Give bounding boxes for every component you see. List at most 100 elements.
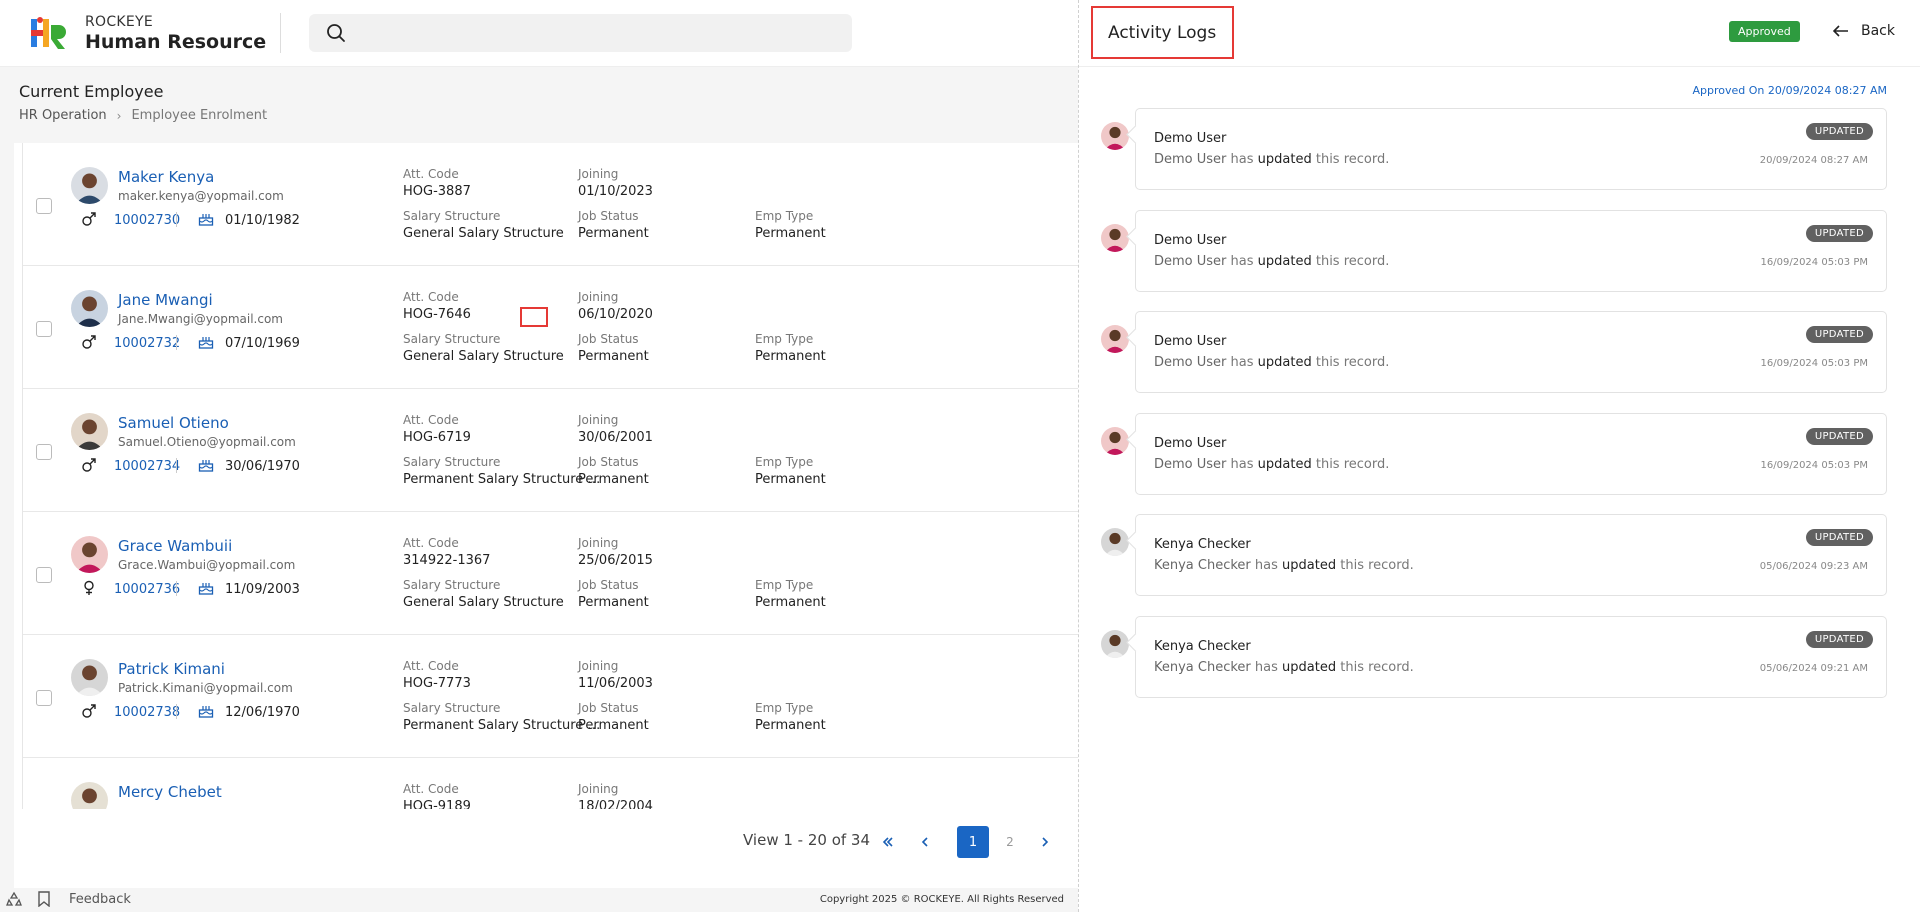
job-status-label: Job Status — [578, 455, 639, 469]
divider — [176, 335, 177, 350]
job-status-value: Permanent — [578, 595, 649, 610]
hr-logo-icon[interactable] — [29, 15, 69, 51]
joining-label: Joining — [578, 290, 619, 304]
back-button[interactable]: Back — [1833, 23, 1895, 39]
activity-logs-drawer: Activity Logs Approved Back Approved On … — [1078, 0, 1920, 912]
employee-name[interactable]: Samuel Otieno — [118, 414, 229, 432]
att-code-value: HOG-9189 — [403, 799, 471, 809]
divider — [176, 704, 177, 719]
joining-value: 30/06/2001 — [578, 430, 653, 445]
job-status-value: Permanent — [578, 349, 649, 364]
breadcrumb-employee-enrolment: Employee Enrolment — [131, 108, 268, 123]
log-message-user: Demo User — [1154, 152, 1227, 167]
joining-value: 01/10/2023 — [578, 184, 653, 199]
employee-row[interactable]: Samuel Otieno Samuel.Otieno@yopmail.com 10… — [23, 389, 1078, 512]
male-icon — [82, 458, 96, 472]
back-label: Back — [1861, 23, 1895, 39]
log-timestamp: 16/09/2024 05:03 PM — [1760, 459, 1868, 471]
brand-small: ROCKEYE — [85, 14, 154, 30]
chevron-left-icon — [921, 837, 928, 847]
log-message-action: updated — [1257, 253, 1312, 269]
log-message: Demo User has updated this record. — [1154, 254, 1389, 269]
double-chevron-left-icon — [882, 837, 893, 847]
employee-row[interactable]: Patrick Kimani Patrick.Kimani@yopmail.com… — [23, 635, 1078, 758]
avatar — [1101, 528, 1129, 556]
joining-value: 18/02/2004 — [578, 799, 653, 809]
highlight-annotation — [520, 307, 548, 327]
updated-badge: UPDATED — [1805, 529, 1873, 546]
page-1-button[interactable]: 1 — [957, 826, 989, 858]
att-code-value: HOG-6719 — [403, 430, 471, 445]
emp-type-label: Emp Type — [755, 332, 814, 346]
emp-type-value: Permanent — [755, 349, 826, 364]
log-card: Demo User Demo User has updated this reco… — [1135, 412, 1887, 495]
employee-email: Patrick.Kimani@yopmail.com — [118, 681, 293, 695]
employee-row[interactable]: Maker Kenya maker.kenya@yopmail.com 100027… — [23, 143, 1078, 266]
activity-log-item: Demo User Demo User has updated this reco… — [1079, 108, 1920, 190]
joining-label: Joining — [578, 413, 619, 427]
log-message: Kenya Checker has updated this record. — [1154, 558, 1414, 573]
birthday-cake-icon — [198, 460, 214, 472]
employee-row[interactable]: Jane Mwangi Jane.Mwangi@yopmail.com 100027… — [23, 266, 1078, 389]
birthday-cake-icon — [198, 706, 214, 718]
breadcrumb-hr-operation[interactable]: HR Operation — [19, 108, 107, 123]
employee-name[interactable]: Grace Wambuii — [118, 537, 232, 555]
employee-id[interactable]: 10002730 — [114, 213, 180, 228]
row-checkbox[interactable] — [36, 444, 52, 460]
copyright: Copyright 2025 © ROCKEYE. All Rights Res… — [819, 894, 1064, 905]
joining-label: Joining — [578, 536, 619, 550]
log-user: Demo User — [1154, 232, 1227, 248]
employee-id[interactable]: 10002732 — [114, 336, 180, 351]
log-message-action: updated — [1282, 659, 1337, 675]
divider — [176, 212, 177, 227]
prev-page-button[interactable] — [909, 826, 941, 858]
log-timestamp: 05/06/2024 09:21 AM — [1759, 662, 1868, 674]
feedback-link[interactable]: Feedback — [69, 892, 131, 907]
employee-id[interactable]: 10002734 — [114, 459, 180, 474]
employee-id[interactable]: 10002738 — [114, 705, 180, 720]
first-page-button[interactable] — [872, 826, 904, 858]
employee-row[interactable]: Grace Wambuii Grace.Wambui@yopmail.com 100… — [23, 512, 1078, 635]
employee-id[interactable]: 10002736 — [114, 582, 180, 597]
breadcrumb: HR Operation › Employee Enrolment — [19, 108, 267, 123]
avatar — [1101, 122, 1129, 150]
employee-name[interactable]: Mercy Chebet — [118, 783, 222, 801]
next-page-button[interactable] — [1029, 826, 1061, 858]
employee-name[interactable]: Jane Mwangi — [118, 291, 213, 309]
bookmark-icon[interactable] — [37, 891, 51, 907]
emp-type-value: Permanent — [755, 718, 826, 733]
employee-name[interactable]: Maker Kenya — [118, 168, 214, 186]
birthday-cake-icon — [198, 337, 214, 349]
att-code-value: HOG-7646 — [403, 307, 471, 322]
birthday-cake-icon — [198, 214, 214, 226]
date-of-birth: 07/10/1969 — [225, 336, 300, 351]
log-message-user: Demo User — [1154, 456, 1227, 472]
birthday-cake-icon — [198, 583, 214, 595]
employee-name[interactable]: Patrick Kimani — [118, 660, 225, 678]
joining-value: 11/06/2003 — [578, 676, 653, 691]
row-checkbox[interactable] — [36, 321, 52, 337]
row-checkbox[interactable] — [36, 198, 52, 214]
att-code-label: Att. Code — [403, 413, 459, 427]
log-card: Demo User Demo User has updated this reco… — [1135, 311, 1887, 393]
updated-badge: UPDATED — [1805, 630, 1873, 648]
search-input[interactable] — [309, 14, 852, 52]
avatar — [1101, 223, 1129, 252]
employee-row[interactable]: Mercy Chebet Att. Code HOG-9189 Joining 18/0… — [23, 758, 1078, 809]
log-message-suffix: this record. — [1340, 659, 1414, 675]
log-card: Kenya Checker Kenya Checker has updated t… — [1135, 615, 1887, 698]
job-status-label: Job Status — [578, 332, 639, 346]
employee-list[interactable]: Maker Kenya maker.kenya@yopmail.com 100027… — [22, 143, 1078, 809]
row-checkbox[interactable] — [36, 567, 52, 583]
log-message-has: has — [1230, 355, 1254, 370]
salary-structure-label: Salary Structure — [403, 578, 501, 592]
att-code-value: HOG-3887 — [403, 184, 471, 199]
log-user: Kenya Checker — [1154, 537, 1251, 552]
log-user: Demo User — [1154, 131, 1227, 146]
row-checkbox[interactable] — [36, 690, 52, 706]
updated-badge: UPDATED — [1805, 326, 1873, 343]
page-2-button[interactable]: 2 — [994, 826, 1026, 858]
recycle-icon[interactable] — [6, 891, 22, 907]
log-message-action: updated — [1257, 152, 1312, 167]
job-status-label: Job Status — [578, 209, 639, 223]
